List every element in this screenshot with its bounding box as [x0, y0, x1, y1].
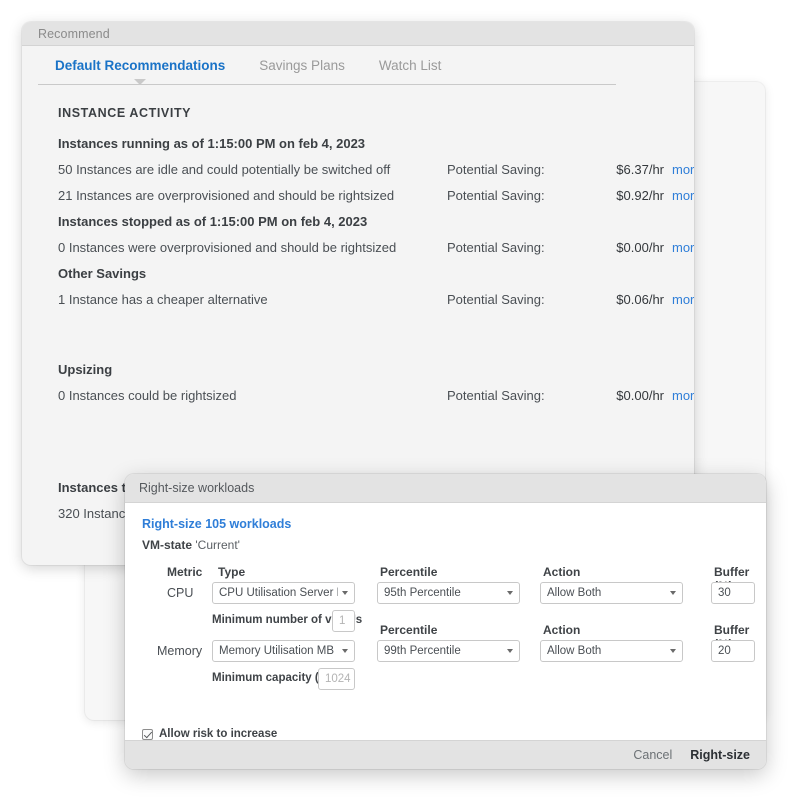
dialog-title: Right-size workloads [139, 481, 255, 495]
row-label: 0 Instances were overprovisioned and sho… [58, 239, 397, 255]
row-more-link[interactable]: more [672, 162, 694, 177]
row-label: 0 Instances could be rightsized [58, 387, 237, 403]
tab-bar: Default Recommendations Savings Plans Wa… [22, 46, 694, 86]
right-size-workloads-dialog: Right-size workloads Right-size 105 work… [125, 474, 766, 769]
row-amount: $0.00/hr [616, 239, 664, 255]
dialog-body: Right-size 105 workloads VM-state 'Curre… [125, 503, 766, 740]
row-amount: $6.37/hr [616, 161, 664, 177]
row-amount: $0.00/hr [616, 387, 664, 403]
cpu-min-vcpus-input[interactable]: 1 [332, 610, 355, 632]
table-row[interactable]: 1 Instance has a cheaper alternative Pot… [58, 286, 694, 312]
memory-buffer-input[interactable]: 20 [711, 640, 755, 662]
window-title: Recommend [38, 26, 110, 41]
right-size-workloads-link[interactable]: Right-size 105 workloads [142, 517, 766, 531]
memory-percentile-value: 99th Percentile [384, 645, 461, 657]
cpu-percentile-select[interactable]: 95th Percentile [377, 582, 520, 604]
cpu-percentile-value: 95th Percentile [384, 587, 461, 599]
cancel-button[interactable]: Cancel [633, 748, 672, 762]
header-percentile-2: Percentile [380, 623, 438, 637]
header-type: Type [218, 565, 246, 579]
chevron-down-icon [670, 591, 676, 595]
chevron-down-icon [507, 649, 513, 653]
group-heading-stopped: Instances stopped as of 1:15:00 PM on fe… [58, 213, 368, 229]
group-heading-other-savings: Other Savings [58, 265, 147, 281]
row-saving-label: Potential Saving: [447, 387, 545, 403]
chevron-down-icon [670, 649, 676, 653]
header-metric: Metric [167, 565, 203, 579]
row-saving-label: Potential Saving: [447, 187, 545, 203]
row-label: 50 Instances are idle and could potentia… [58, 161, 391, 177]
row-label: 1 Instance has a cheaper alternative [58, 291, 268, 307]
screenshot-stage: Recommend Default Recommendations Saving… [0, 0, 800, 800]
header-percentile: Percentile [380, 565, 438, 579]
row-saving-label: Potential Saving: [447, 239, 545, 255]
allow-risk-label: Allow risk to increase [159, 728, 278, 740]
table-row[interactable]: 21 Instances are overprovisioned and sho… [58, 182, 694, 208]
row-more-link[interactable]: more [672, 240, 694, 255]
vm-state-value: 'Current' [195, 538, 240, 552]
table-row[interactable]: 50 Instances are idle and could potentia… [58, 156, 694, 182]
dialog-footer: Cancel Right-size [125, 740, 766, 769]
header-action: Action [543, 565, 581, 579]
cpu-buffer-input[interactable]: 30 [711, 582, 755, 604]
vm-state-line: VM-state 'Current' [142, 538, 766, 552]
memory-action-value: Allow Both [547, 645, 602, 657]
row-more-link[interactable]: more [672, 388, 694, 403]
row-amount: $0.92/hr [616, 187, 664, 203]
metric-label-cpu: CPU [167, 586, 194, 600]
table-row[interactable]: 0 Instances were overprovisioned and sho… [58, 234, 694, 260]
row-saving-label: Potential Saving: [447, 291, 545, 307]
memory-min-capacity-input[interactable]: 1024 [318, 668, 355, 690]
memory-type-select[interactable]: Memory Utilisation MB [212, 640, 355, 662]
row-saving-label: Potential Saving: [447, 161, 545, 177]
vm-state-label: VM-state [142, 538, 193, 552]
active-tab-caret-icon [134, 79, 146, 85]
chevron-down-icon [507, 591, 513, 595]
chevron-down-icon [342, 649, 348, 653]
memory-action-select[interactable]: Allow Both [540, 640, 683, 662]
chevron-down-icon [342, 591, 348, 595]
row-more-link[interactable]: more [672, 188, 694, 203]
allow-risk-checkbox-row[interactable]: Allow risk to increase [142, 728, 277, 740]
cpu-type-value: CPU Utilisation Server Level [219, 587, 338, 599]
row-more-link[interactable]: more [672, 292, 694, 307]
page-title: INSTANCE ACTIVITY [58, 106, 192, 120]
row-amount: $0.06/hr [616, 291, 664, 307]
cpu-type-select[interactable]: CPU Utilisation Server Level [212, 582, 355, 604]
cpu-action-value: Allow Both [547, 587, 602, 599]
tab-underline [38, 84, 616, 85]
window-titlebar: Recommend [22, 22, 694, 46]
tab-watch-list[interactable]: Watch List [362, 58, 459, 82]
group-heading-running: Instances running as of 1:15:00 PM on fe… [58, 135, 366, 151]
cpu-action-select[interactable]: Allow Both [540, 582, 683, 604]
right-size-button[interactable]: Right-size [690, 748, 750, 762]
group-heading-upsizing: Upsizing [58, 361, 113, 377]
table-row[interactable]: 0 Instances could be rightsized Potentia… [58, 382, 694, 408]
memory-type-value: Memory Utilisation MB [219, 645, 335, 657]
header-action-2: Action [543, 623, 581, 637]
metric-label-memory: Memory [157, 644, 203, 658]
tab-savings-plans[interactable]: Savings Plans [242, 58, 362, 82]
memory-percentile-select[interactable]: 99th Percentile [377, 640, 520, 662]
row-label: 21 Instances are overprovisioned and sho… [58, 187, 395, 203]
dialog-titlebar: Right-size workloads [125, 474, 766, 503]
checkbox-icon[interactable] [142, 728, 153, 740]
